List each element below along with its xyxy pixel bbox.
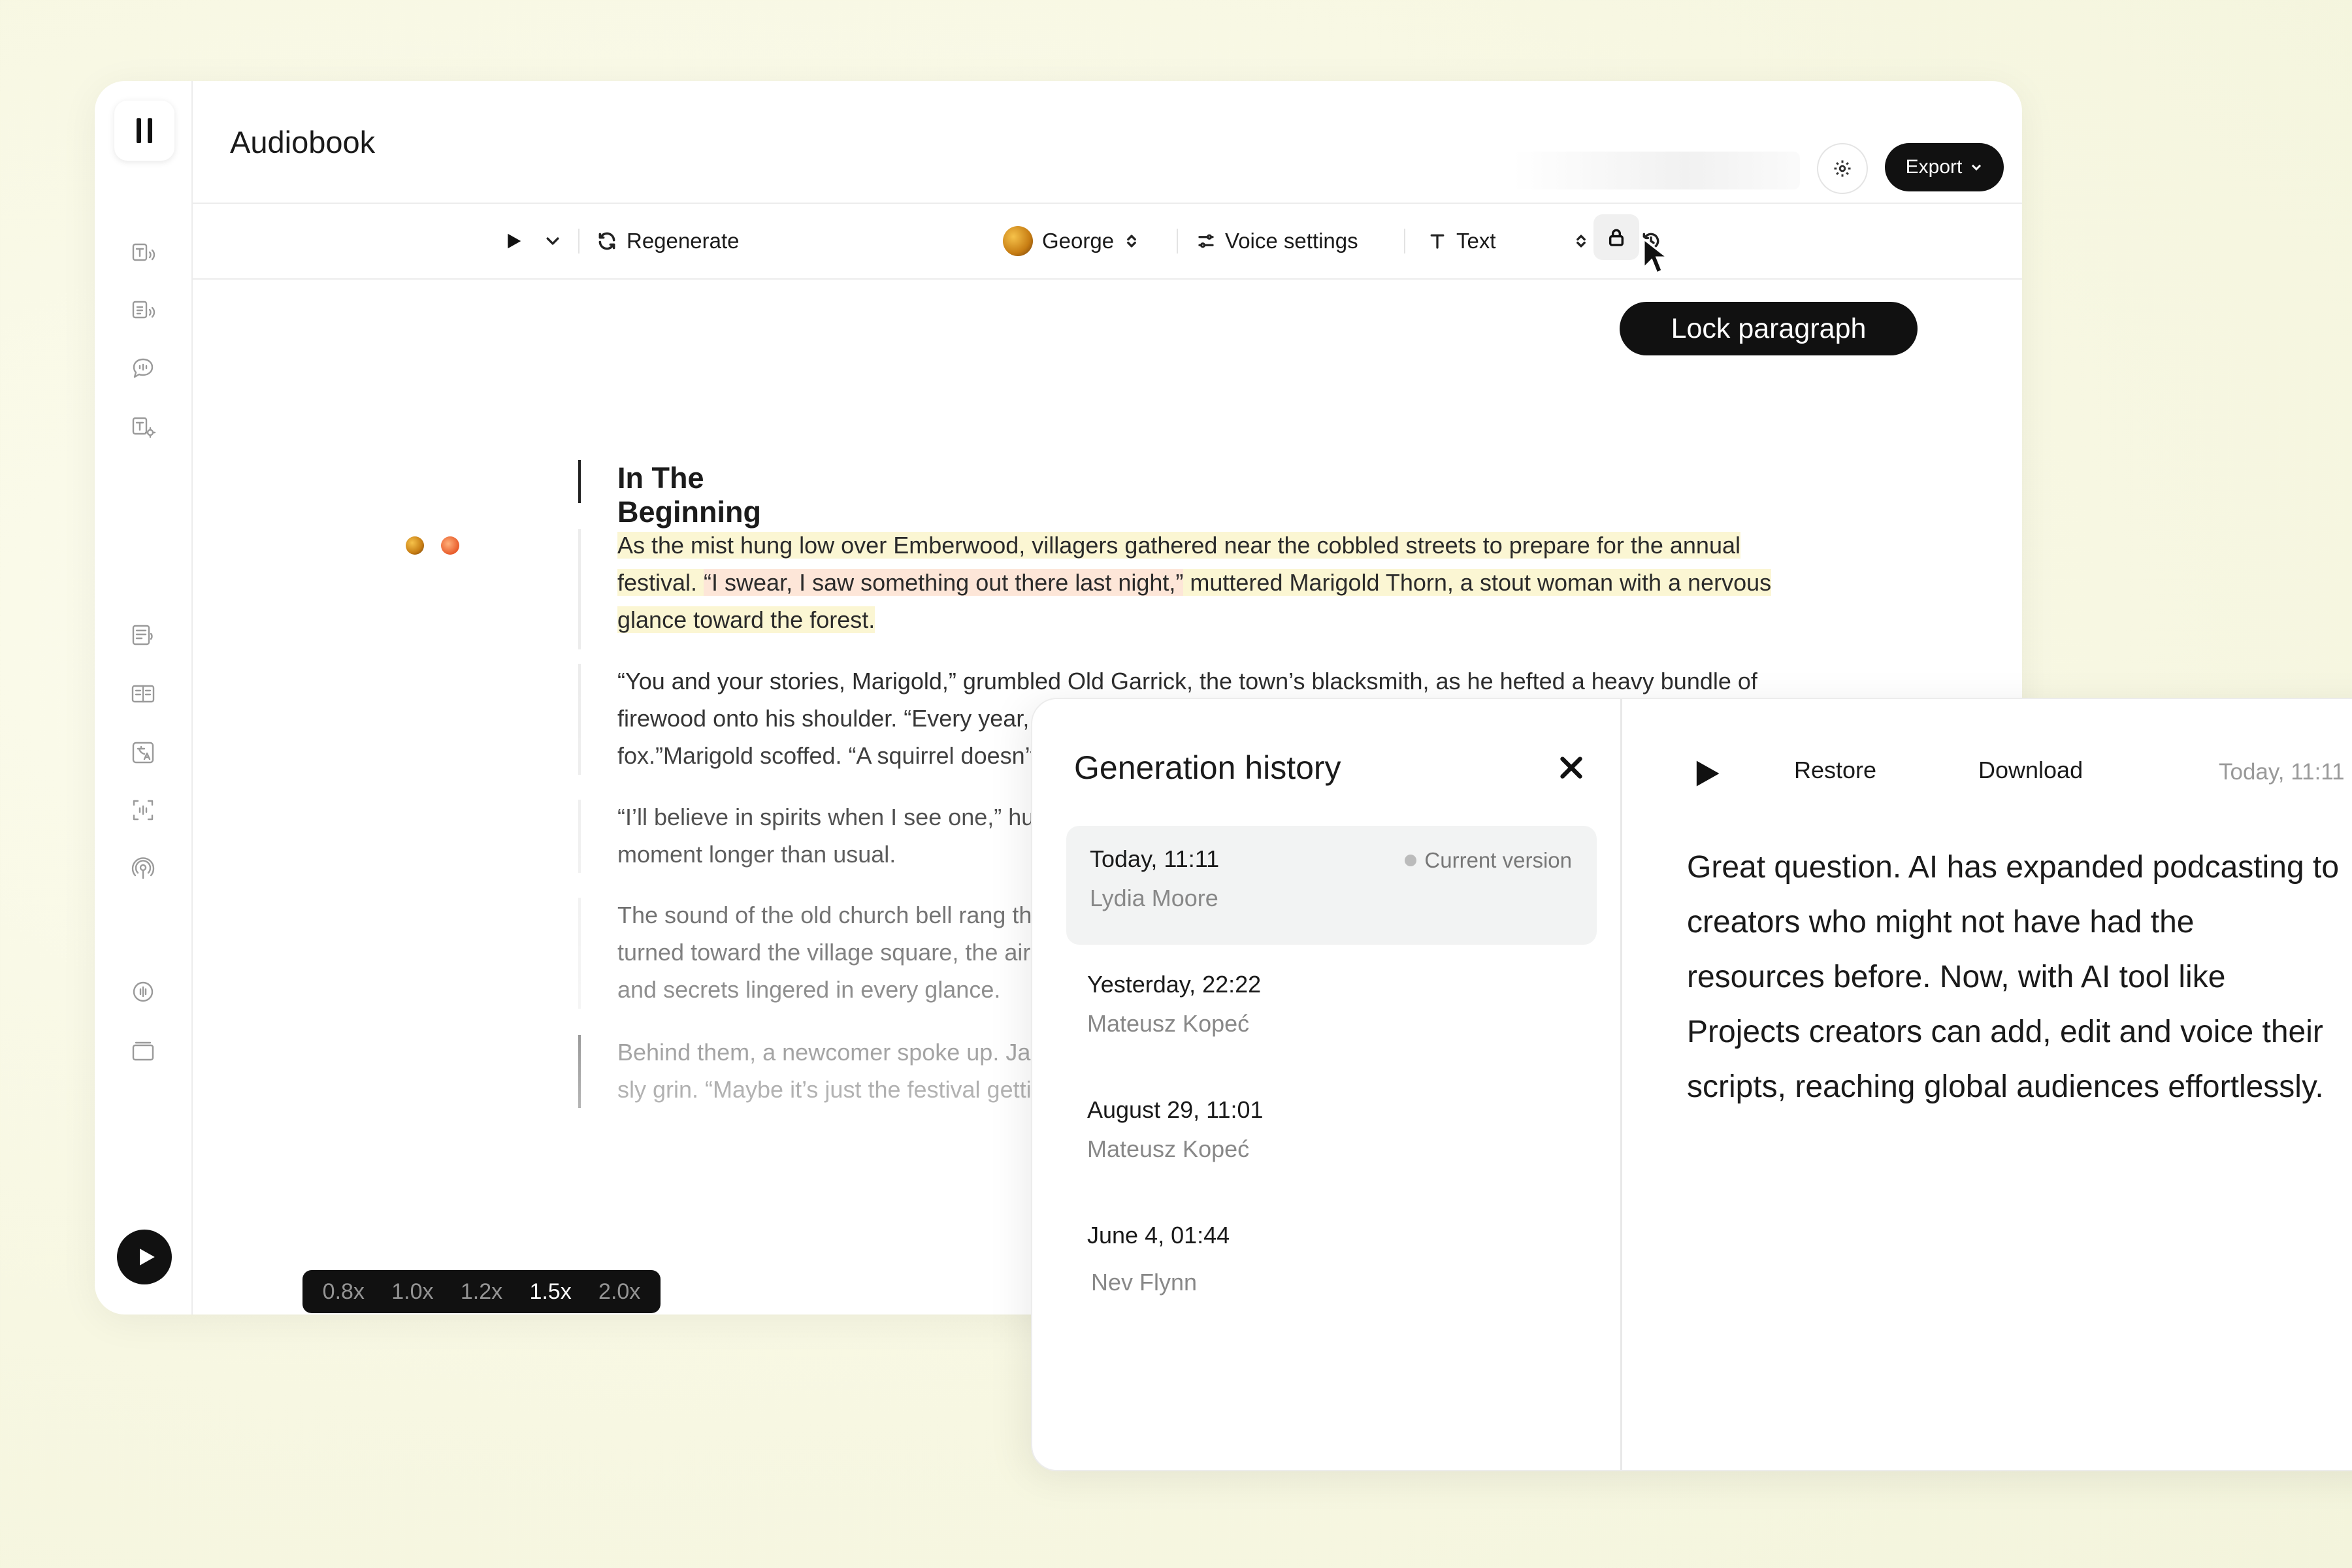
refresh-icon [598, 232, 615, 250]
chevron-down-icon [1972, 164, 1982, 171]
entry-author: Mateusz Kopeć [1087, 1010, 1250, 1037]
sidebar [95, 81, 193, 1315]
voice-avatar-secondary[interactable] [441, 536, 459, 555]
page-title: Audiobook [230, 125, 376, 159]
translate-icon[interactable] [129, 738, 157, 767]
panel-divider [1620, 699, 1622, 1470]
podcast-icon[interactable] [129, 855, 157, 883]
history-title: Generation history [1074, 749, 1341, 786]
lock-paragraph-tooltip: Lock paragraph [1620, 302, 1918, 355]
chevron-up-down-icon [1127, 235, 1136, 248]
text-to-speech-icon[interactable] [129, 239, 157, 268]
entry-date: Yesterday, 22:22 [1087, 971, 1262, 998]
download-button[interactable]: Download [1978, 757, 2083, 784]
heading-marker [578, 460, 581, 503]
speed-option[interactable]: 1.2x [461, 1279, 502, 1305]
voice-settings-label: Voice settings [1225, 229, 1358, 253]
export-label: Export [1905, 156, 1963, 178]
dubbing-icon[interactable] [129, 679, 157, 708]
projects-icon[interactable] [129, 621, 157, 649]
voice-avatar [1003, 226, 1033, 256]
generation-history-panel: Generation history Today, 11:11 Lydia Mo… [1031, 698, 2352, 1471]
library-icon[interactable] [129, 1036, 157, 1065]
speed-option[interactable]: 2.0x [598, 1279, 640, 1305]
sliders-icon [1198, 234, 1214, 248]
history-entry[interactable]: Yesterday, 22:22 Mateusz Kopeć [1066, 951, 1597, 1070]
settings-gear-button[interactable] [1817, 143, 1868, 194]
mouse-cursor-icon [1642, 237, 1670, 275]
lock-paragraph-button[interactable] [1593, 214, 1639, 260]
header-shimmer [1512, 152, 1800, 189]
speed-option[interactable]: 0.8x [323, 1279, 365, 1305]
text-mode-chevron-icon[interactable] [1573, 204, 1590, 278]
current-version-badge: Current version [1405, 848, 1572, 873]
preview-text: Great question. AI has expanded podcasti… [1687, 850, 2340, 1104]
voice-name: George [1042, 229, 1115, 253]
paragraph-1[interactable]: As the mist hung low over Emberwood, vil… [617, 527, 1793, 638]
entry-date: June 4, 01:44 [1087, 1222, 1230, 1249]
dialogue-highlight: “I swear, I saw something out there last… [704, 569, 1184, 596]
entry-author: Lydia Moore [1090, 885, 1218, 911]
play-options-chevron-icon[interactable] [544, 204, 561, 278]
history-entry[interactable]: June 4, 01:44 Nev Flynn [1066, 1202, 1597, 1321]
logo-pause-icon[interactable] [114, 101, 174, 161]
restore-button[interactable]: Restore [1794, 757, 1876, 784]
history-entry[interactable]: August 29, 11:01 Mateusz Kopeć [1066, 1077, 1597, 1196]
toolbar: Regenerate George Voice settings Text [193, 203, 2022, 280]
badge-label: Current version [1424, 848, 1572, 872]
voice-settings-button[interactable]: Voice settings [1196, 204, 1358, 278]
regenerate-button[interactable]: Regenerate [596, 204, 739, 278]
export-button[interactable]: Export [1885, 143, 2004, 191]
speech-to-speech-icon[interactable] [129, 297, 157, 325]
voice-isolator-icon[interactable] [129, 796, 157, 825]
entry-author: Mateusz Kopeć [1087, 1135, 1250, 1162]
preview-play-button[interactable] [1690, 757, 1723, 791]
sidebar-play-button[interactable] [117, 1230, 172, 1284]
regenerate-label: Regenerate [627, 229, 740, 253]
text-mode-label: Text [1456, 229, 1496, 253]
entry-date: August 29, 11:01 [1087, 1096, 1264, 1123]
chapter-heading[interactable]: In The Beginning [617, 461, 761, 529]
audio-icon[interactable] [129, 977, 157, 1006]
play-generation-button[interactable] [504, 204, 523, 278]
text-icon [1430, 234, 1445, 249]
speed-option[interactable]: 1.0x [391, 1279, 433, 1305]
voice-avatar-george[interactable] [406, 536, 424, 555]
preview-date: Today, 11:11 [2219, 759, 2345, 785]
close-icon[interactable] [1556, 753, 1586, 783]
history-entry[interactable]: Today, 11:11 Lydia Moore Current version [1066, 826, 1597, 945]
entry-author: Nev Flynn [1091, 1269, 1198, 1296]
lock-icon [1609, 229, 1624, 246]
voice-chat-icon[interactable] [129, 354, 157, 383]
voice-selector[interactable]: George [1003, 204, 1140, 278]
voice-settings-icon[interactable] [129, 413, 157, 442]
text-mode-selector[interactable]: Text [1428, 204, 1496, 278]
status-dot-icon [1405, 855, 1417, 866]
speed-option[interactable]: 1.5x [529, 1279, 571, 1305]
playback-speed-selector[interactable]: 0.8x 1.0x 1.2x 1.5x 2.0x [302, 1270, 661, 1313]
